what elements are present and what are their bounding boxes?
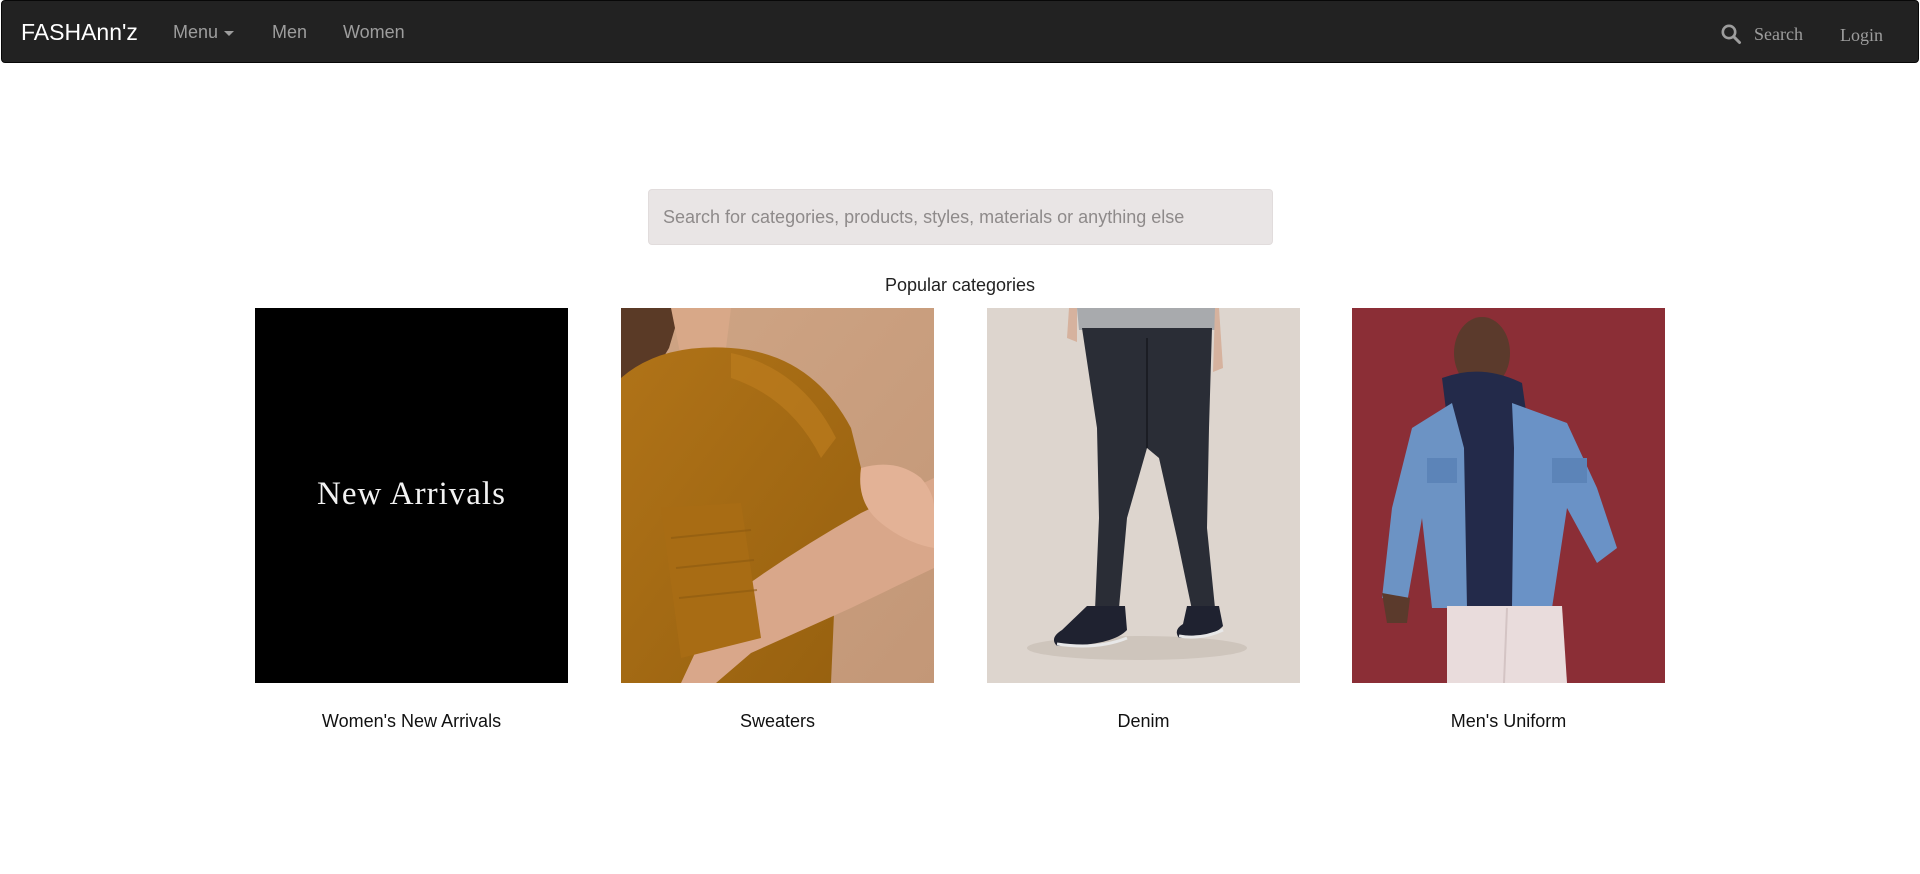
- category-caption[interactable]: Denim: [987, 710, 1300, 732]
- popular-categories-heading: Popular categories: [884, 275, 1036, 295]
- category-card-womens-new-arrivals[interactable]: New Arrivals Women's New Arrivals: [255, 308, 568, 732]
- category-caption[interactable]: Men's Uniform: [1352, 710, 1665, 732]
- brand-logo[interactable]: FASHAnn'z: [21, 18, 138, 46]
- category-image-denim[interactable]: [987, 308, 1300, 683]
- category-card-mens-uniform[interactable]: Men's Uniform: [1352, 308, 1665, 732]
- denim-photo: [987, 308, 1300, 683]
- nav-link-men[interactable]: Men: [272, 21, 307, 43]
- nav-search-label: Search: [1754, 24, 1803, 44]
- category-card-denim[interactable]: Denim: [987, 308, 1300, 732]
- search-input[interactable]: [648, 189, 1273, 245]
- category-image-mens-uniform[interactable]: [1352, 308, 1665, 683]
- category-image-new-arrivals[interactable]: New Arrivals: [255, 308, 568, 683]
- menu-dropdown-label: Menu: [173, 22, 219, 42]
- category-caption[interactable]: Sweaters: [621, 710, 934, 732]
- category-caption[interactable]: Women's New Arrivals: [255, 710, 568, 732]
- top-navbar: FASHAnn'z Menu Men Women Search Login: [1, 0, 1919, 63]
- category-image-sweaters[interactable]: [621, 308, 934, 683]
- search-icon: [1721, 24, 1741, 44]
- nav-search-link[interactable]: Search: [1720, 21, 1803, 47]
- caret-down-icon: [224, 30, 235, 36]
- mens-uniform-photo: [1352, 308, 1665, 683]
- login-link[interactable]: Login: [1840, 22, 1883, 48]
- sweater-photo: [621, 308, 934, 683]
- category-card-sweaters[interactable]: Sweaters: [621, 308, 934, 732]
- nav-link-women[interactable]: Women: [343, 21, 405, 43]
- new-arrivals-image-text: New Arrivals: [317, 476, 506, 512]
- menu-dropdown[interactable]: Menu: [173, 21, 235, 43]
